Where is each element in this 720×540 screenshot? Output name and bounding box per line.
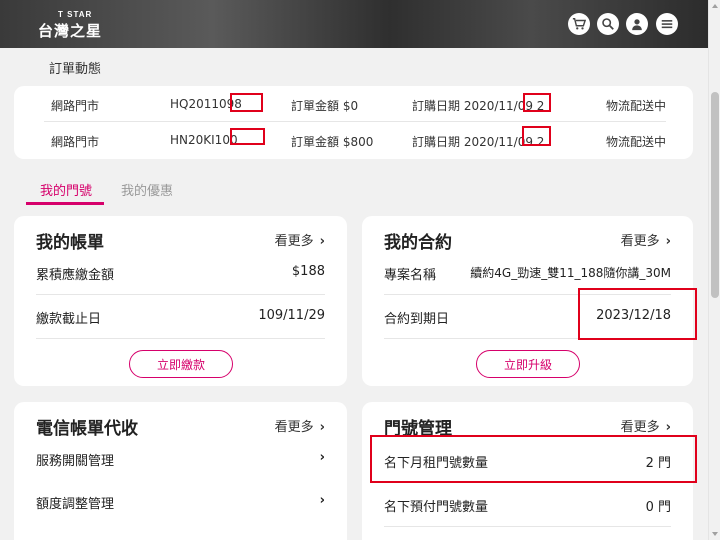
numbers-more-link[interactable]: 看更多 › (621, 416, 671, 435)
contract-more-link[interactable]: 看更多 › (621, 230, 671, 249)
upgrade-now-button[interactable]: 立即升級 (476, 350, 580, 378)
more-label: 看更多 (274, 420, 314, 435)
row-label: 合約到期日 (384, 312, 450, 327)
row-value: $188 (291, 264, 325, 279)
pay-now-button[interactable]: 立即繳款 (129, 350, 233, 378)
logo-main-text: 台灣之星 (38, 22, 103, 40)
row-value: 0 門 (645, 500, 671, 515)
more-label: 看更多 (620, 420, 660, 435)
redaction-box (230, 128, 265, 145)
bill-card-title: 我的帳單 (36, 233, 104, 253)
bill-card: 我的帳單 看更多 › 累積應繳金額 $188 繳款截止日 109/11/29 立即… (14, 216, 347, 386)
search-icon[interactable] (597, 13, 619, 35)
chevron-right-icon: › (319, 420, 325, 435)
cart-icon[interactable] (568, 13, 590, 35)
redaction-box (523, 93, 551, 112)
more-label: 看更多 (274, 234, 314, 249)
active-tab-indicator (26, 202, 104, 205)
order-row[interactable]: 網路門市 HQ2011098 訂單金額 $0 訂購日期 2020/11/09 2… (44, 86, 666, 122)
service-toggle-row[interactable]: 服務開關管理 › (36, 437, 325, 481)
highlight-box (578, 288, 697, 340)
telecom-card-title: 電信帳單代收 (36, 419, 138, 439)
chevron-right-icon: › (319, 493, 325, 508)
order-amount: 訂單金額 $800 (291, 135, 374, 149)
orders-section-title: 訂單動態 (49, 62, 102, 77)
row-label: 額度調整管理 (36, 497, 115, 512)
chevron-right-icon: › (319, 450, 325, 465)
redaction-box (230, 93, 263, 112)
order-id: HN20KI100 (170, 133, 238, 147)
logo-small-text: T STAR (58, 10, 93, 19)
scroll-thumb[interactable] (711, 92, 719, 298)
scroll-down-arrow-icon[interactable] (712, 532, 718, 536)
menu-icon[interactable] (656, 13, 678, 35)
redaction-box (522, 126, 551, 146)
order-amount: 訂單金額 $0 (291, 99, 359, 113)
bill-more-link[interactable]: 看更多 › (275, 230, 325, 249)
row-value: 109/11/29 (258, 308, 325, 323)
chevron-right-icon: › (665, 420, 671, 435)
row-value: 續約4G_勁速_雙11_188隨你講_30M (470, 266, 671, 280)
order-store: 網路門市 (51, 99, 100, 113)
order-status: 物流配送中 (605, 135, 666, 149)
orders-card: 網路門市 HQ2011098 訂單金額 $0 訂購日期 2020/11/09 2… (14, 86, 693, 159)
limit-adjust-row[interactable]: 額度調整管理 › (36, 480, 325, 524)
more-label: 看更多 (620, 234, 660, 249)
bill-due-row: 繳款截止日 109/11/29 (36, 295, 325, 339)
contract-card-title: 我的合約 (384, 233, 452, 253)
site-header: T STAR 台灣之星 (0, 0, 708, 48)
chevron-right-icon: › (319, 234, 325, 249)
telecom-more-link[interactable]: 看更多 › (275, 416, 325, 435)
user-icon[interactable] (626, 13, 648, 35)
chevron-right-icon: › (665, 234, 671, 249)
order-store: 網路門市 (51, 135, 100, 149)
tab-my-number[interactable]: 我的門號 (40, 180, 92, 199)
scroll-up-arrow-icon[interactable] (712, 4, 718, 8)
row-label: 專案名稱 (384, 268, 437, 283)
row-label: 累積應繳金額 (36, 268, 115, 283)
prepaid-count-row: 名下預付門號數量 0 門 (384, 483, 671, 527)
account-tabs: 我的門號 我的優惠 (14, 172, 693, 206)
row-label: 服務開關管理 (36, 454, 115, 469)
order-row[interactable]: 網路門市 HN20KI100 訂單金額 $800 訂購日期 2020/11/09… (44, 122, 666, 158)
order-status: 物流配送中 (605, 99, 666, 113)
telecom-billing-card: 電信帳單代收 看更多 › 服務開關管理 › 額度調整管理 › (14, 402, 347, 540)
tab-my-offers[interactable]: 我的優惠 (121, 180, 173, 199)
row-label: 名下預付門號數量 (384, 500, 489, 515)
bill-total-row: 累積應繳金額 $188 (36, 251, 325, 295)
row-label: 繳款截止日 (36, 312, 102, 327)
highlight-box (370, 435, 697, 483)
page-scrollbar[interactable] (708, 0, 720, 540)
